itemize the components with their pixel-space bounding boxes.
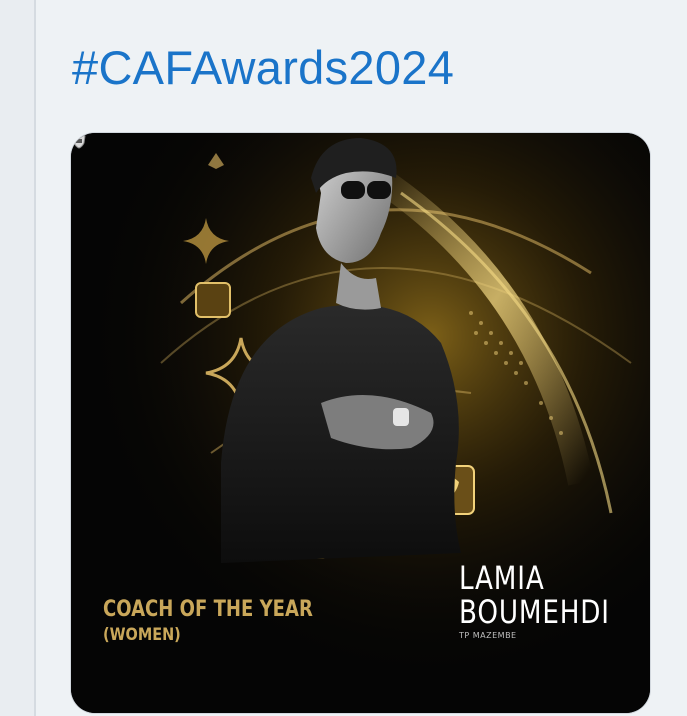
nominee-first-name: LAMIA — [459, 559, 545, 597]
club-name: TP MAZEMBE — [459, 631, 517, 640]
hashtag-link[interactable]: #CAFAwards2024 — [72, 40, 454, 95]
club-crest-icon — [72, 133, 86, 149]
award-category: (WOMEN) — [103, 625, 181, 645]
nominee-last-name: BOUMEHDI — [459, 593, 610, 631]
award-title: COACH OF THE YEAR — [103, 597, 313, 622]
thread-gutter — [0, 0, 36, 716]
post-image[interactable]: COACH OF THE YEAR (WOMEN) LAMIA BOUMEHDI… — [71, 133, 650, 713]
